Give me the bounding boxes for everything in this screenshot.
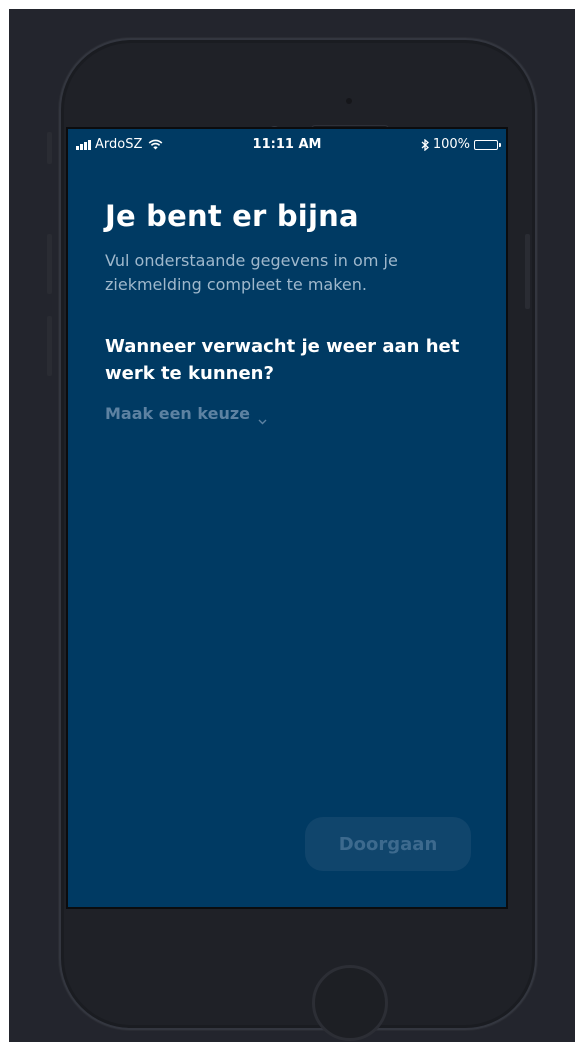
power-button [525,234,530,309]
continue-button[interactable]: Doorgaan [305,817,471,871]
proximity-sensor [346,98,352,104]
status-bar: ArdoSZ 11:11 AM 100% [68,129,506,159]
return-to-work-question: Wanneer verwacht je weer aan het werk te… [105,336,460,384]
mute-switch [47,132,52,164]
return-date-select[interactable]: Maak een keuze [105,404,267,424]
page-subtitle: Vul onderstaande gegevens in om je ziekm… [105,251,398,294]
page-title: Je bent er bijna [105,199,359,233]
battery-percentage: 100% [432,137,470,152]
volume-down-button [47,316,52,376]
bluetooth-icon [421,138,429,151]
chevron-down-icon [258,410,267,424]
volume-up-button [47,234,52,294]
battery-icon [474,139,501,150]
app-screen: ArdoSZ 11:11 AM 100% Je bent er bijna Vu… [66,127,508,909]
select-placeholder: Maak een keuze [105,404,251,423]
home-button[interactable] [312,965,388,1041]
status-right: 100% [421,137,501,152]
